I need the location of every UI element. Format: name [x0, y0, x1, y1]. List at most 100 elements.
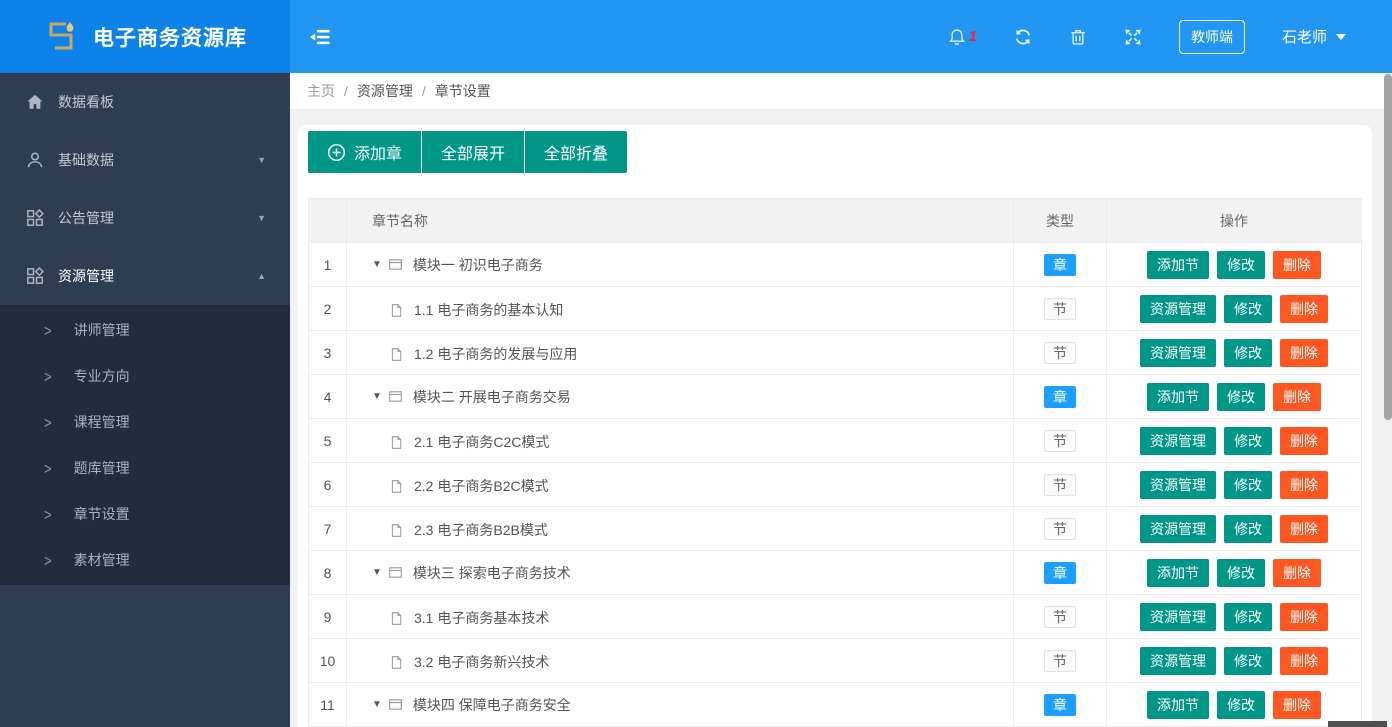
resource-manage-button[interactable]: 资源管理 — [1140, 646, 1216, 675]
resource-manage-button[interactable]: 资源管理 — [1140, 514, 1216, 543]
delete-button[interactable]: 删除 — [1273, 690, 1321, 719]
main-content: 主页 / 资源管理 / 章节设置 添加章 全部展开 全部折叠 章节名称 类型 操… — [290, 73, 1384, 727]
edit-button[interactable]: 修改 — [1224, 294, 1272, 323]
sidebar-collapse-icon[interactable] — [310, 29, 331, 45]
sidebar-item-基础数据[interactable]: 基础数据 ▼ — [0, 131, 290, 189]
resource-manage-button[interactable]: 资源管理 — [1140, 426, 1216, 455]
grid-icon — [26, 267, 44, 285]
type-badge: 节 — [1044, 605, 1076, 628]
table-header-row: 章节名称 类型 操作 — [308, 198, 1362, 243]
table-row: 2 1.1 电子商务的基本认知 节 资源管理 修改 删除 — [308, 286, 1362, 331]
sidebar-subitem-章节设置[interactable]: > 章节设置 — [0, 491, 290, 537]
notification-bell-icon[interactable]: 1 — [948, 28, 977, 46]
collapse-caret-icon[interactable]: ▼ — [372, 391, 382, 402]
add-chapter-button[interactable]: 添加章 — [308, 131, 422, 173]
edit-button[interactable]: 修改 — [1217, 690, 1265, 719]
delete-button[interactable]: 删除 — [1280, 426, 1328, 455]
chapter-name: 3.2 电子商务新兴技术 — [414, 654, 550, 670]
caret-icon: ▼ — [257, 213, 266, 223]
user-menu[interactable]: 石老师 — [1282, 26, 1346, 47]
window-icon — [388, 697, 403, 712]
chapter-name: 模块四 保障电子商务安全 — [412, 696, 571, 713]
resource-manage-button[interactable]: 资源管理 — [1140, 294, 1216, 323]
resource-manage-button[interactable]: 资源管理 — [1140, 338, 1216, 367]
delete-button[interactable]: 删除 — [1280, 646, 1328, 675]
sidebar-item-资源管理[interactable]: 资源管理 ▲ — [0, 247, 290, 305]
expand-all-button[interactable]: 全部展开 — [422, 131, 525, 173]
add-section-button[interactable]: 添加节 — [1147, 690, 1209, 719]
chevron-right-icon: > — [44, 367, 52, 385]
trash-icon[interactable] — [1069, 28, 1087, 46]
edit-button[interactable]: 修改 — [1224, 338, 1272, 367]
app-title: 电子商务资源库 — [93, 26, 247, 50]
sidebar-item-公告管理[interactable]: 公告管理 ▼ — [0, 189, 290, 247]
sidebar-subitem-课程管理[interactable]: > 课程管理 — [0, 399, 290, 445]
delete-button[interactable]: 删除 — [1280, 338, 1328, 367]
top-header: 电子商务资源库 1 教师端 石老师 — [0, 0, 1392, 73]
table-row: 7 2.3 电子商务B2B模式 节 资源管理 修改 删除 — [308, 506, 1362, 551]
delete-button[interactable]: 删除 — [1280, 602, 1328, 631]
home-icon — [26, 93, 44, 111]
edit-button[interactable]: 修改 — [1224, 646, 1272, 675]
sidebar: 数据看板 基础数据 ▼ 公告管理 ▼ 资源管理 ▲ > 讲师管理 > 专业方向 … — [0, 73, 290, 727]
delete-button[interactable]: 删除 — [1280, 514, 1328, 543]
collapse-caret-icon[interactable]: ▼ — [372, 567, 382, 578]
table-row: 5 2.1 电子商务C2C模式 节 资源管理 修改 删除 — [308, 418, 1362, 463]
edit-button[interactable]: 修改 — [1224, 514, 1272, 543]
file-icon — [389, 479, 404, 494]
row-index: 8 — [308, 550, 347, 595]
chapter-name: 2.1 电子商务C2C模式 — [414, 434, 550, 450]
resource-manage-button[interactable]: 资源管理 — [1140, 602, 1216, 631]
row-index: 7 — [308, 506, 347, 551]
sidebar-item-数据看板[interactable]: 数据看板 — [0, 73, 290, 131]
table-row: 1 ▼ 模块一 初识电子商务 章 添加节 修改 删除 — [308, 242, 1362, 287]
chapter-name: 2.2 电子商务B2C模式 — [414, 478, 549, 494]
role-button[interactable]: 教师端 — [1178, 19, 1245, 54]
header-icons: 1 教师端 石老师 — [948, 19, 1392, 54]
table-row: 4 ▼ 模块二 开展电子商务交易 章 添加节 修改 删除 — [308, 374, 1362, 419]
collapse-caret-icon[interactable]: ▼ — [372, 259, 382, 270]
horizontal-scrollbar-thumb[interactable] — [1328, 721, 1387, 727]
edit-button[interactable]: 修改 — [1217, 250, 1265, 279]
delete-button[interactable]: 删除 — [1273, 558, 1321, 587]
chevron-right-icon: > — [44, 505, 52, 523]
breadcrumb-home-link[interactable]: 主页 — [307, 81, 335, 101]
edit-button[interactable]: 修改 — [1217, 558, 1265, 587]
sidebar-subitem-题库管理[interactable]: > 题库管理 — [0, 445, 290, 491]
app-logo-area: 电子商务资源库 — [0, 0, 290, 73]
user-icon — [26, 151, 44, 169]
delete-button[interactable]: 删除 — [1280, 294, 1328, 323]
edit-button[interactable]: 修改 — [1224, 426, 1272, 455]
vertical-scrollbar[interactable] — [1384, 73, 1392, 727]
add-section-button[interactable]: 添加节 — [1147, 250, 1209, 279]
delete-button[interactable]: 删除 — [1273, 382, 1321, 411]
resource-manage-button[interactable]: 资源管理 — [1140, 470, 1216, 499]
delete-button[interactable]: 删除 — [1273, 250, 1321, 279]
edit-button[interactable]: 修改 — [1224, 470, 1272, 499]
row-index: 3 — [308, 330, 347, 375]
add-section-button[interactable]: 添加节 — [1147, 558, 1209, 587]
sidebar-subitem-讲师管理[interactable]: > 讲师管理 — [0, 307, 290, 353]
refresh-icon[interactable] — [1014, 28, 1032, 46]
file-icon — [389, 435, 404, 450]
delete-button[interactable]: 删除 — [1280, 470, 1328, 499]
type-badge: 章 — [1044, 693, 1076, 716]
sidebar-menu: 数据看板 基础数据 ▼ 公告管理 ▼ 资源管理 ▲ > 讲师管理 > 专业方向 … — [0, 73, 290, 585]
fullscreen-icon[interactable] — [1124, 28, 1142, 46]
vertical-scrollbar-thumb[interactable] — [1384, 74, 1392, 420]
edit-button[interactable]: 修改 — [1217, 382, 1265, 411]
breadcrumb: 主页 / 资源管理 / 章节设置 — [290, 73, 1384, 110]
plus-circle-icon — [327, 143, 346, 161]
chapter-name: 模块二 开展电子商务交易 — [412, 388, 571, 405]
collapse-caret-icon[interactable]: ▼ — [372, 699, 382, 710]
sidebar-subitem-素材管理[interactable]: > 素材管理 — [0, 537, 290, 583]
sidebar-subitem-专业方向[interactable]: > 专业方向 — [0, 353, 290, 399]
collapse-all-button[interactable]: 全部折叠 — [525, 131, 628, 173]
row-index: 10 — [308, 638, 347, 683]
chapter-name: 1.1 电子商务的基本认知 — [414, 302, 564, 318]
table-row: 10 3.2 电子商务新兴技术 节 资源管理 修改 删除 — [308, 638, 1362, 683]
add-section-button[interactable]: 添加节 — [1147, 382, 1209, 411]
edit-button[interactable]: 修改 — [1224, 602, 1272, 631]
toolbar: 添加章 全部展开 全部折叠 — [308, 131, 1362, 173]
table-row: 3 1.2 电子商务的发展与应用 节 资源管理 修改 删除 — [308, 330, 1362, 375]
